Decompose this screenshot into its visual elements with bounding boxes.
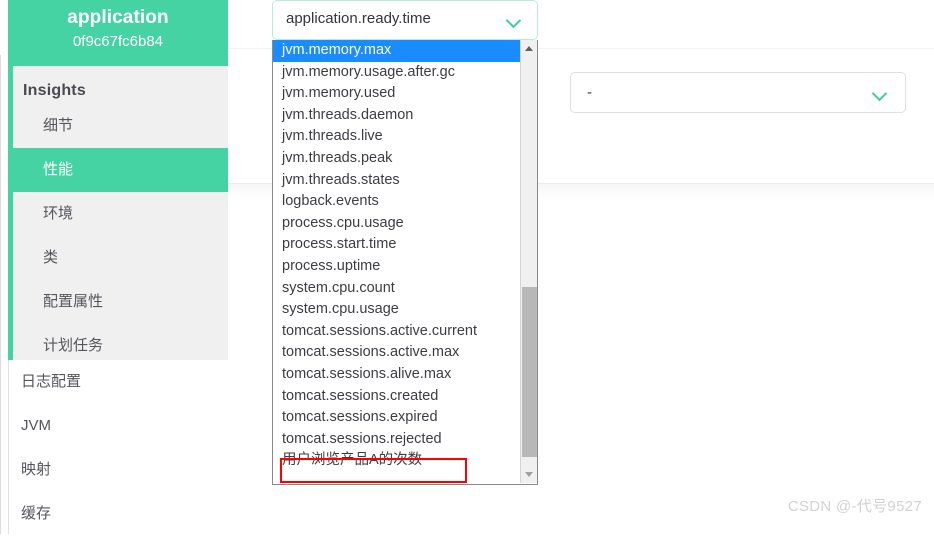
metric-option[interactable]: tomcat.sessions.active.current xyxy=(273,321,520,343)
metric-option[interactable]: 用户浏览产品A的次数 xyxy=(273,450,520,472)
metric-option[interactable]: jvm.threads.live xyxy=(273,126,520,148)
sidebar-item-log-config[interactable]: 日志配置 xyxy=(9,360,228,404)
sidebar-item-classes[interactable]: 类 xyxy=(13,236,228,280)
sidebar-item-label: 环境 xyxy=(43,205,74,222)
metric-option-list[interactable]: jvm.memory.max jvm.memory.usage.after.gc j… xyxy=(273,40,520,483)
metric-option[interactable]: tomcat.sessions.active.max xyxy=(273,342,520,364)
sidebar-item-label: 细节 xyxy=(43,117,74,134)
metric-option[interactable]: jvm.memory.usage.after.gc xyxy=(273,62,520,84)
metric-option[interactable]: jvm.threads.peak xyxy=(273,148,520,170)
metric-option[interactable]: tomcat.sessions.created xyxy=(273,386,520,408)
sidebar-item-environment[interactable]: 环境 xyxy=(13,192,228,236)
sidebar-item-performance[interactable]: 性能 xyxy=(13,148,228,192)
sidebar-group-label-insights: Insights xyxy=(23,82,86,99)
sidebar-item-config-props[interactable]: 配置属性 xyxy=(13,280,228,324)
sidebar-item-label: 配置属性 xyxy=(43,293,104,310)
metric-option[interactable]: process.start.time xyxy=(273,234,520,256)
metric-option[interactable]: jvm.threads.daemon xyxy=(273,105,520,127)
tag-select-value: - xyxy=(587,84,592,101)
sidebar-item-jvm[interactable]: JVM xyxy=(9,404,228,448)
metric-option[interactable]: jvm.memory.used xyxy=(273,83,520,105)
app-name: application xyxy=(67,7,169,28)
chevron-down-icon xyxy=(507,13,523,29)
sidebar-item-label: 日志配置 xyxy=(21,373,82,390)
metric-option[interactable]: system.cpu.count xyxy=(273,278,520,300)
triangle-down-icon[interactable] xyxy=(521,466,537,483)
metric-select-listbox[interactable]: jvm.memory.max jvm.memory.usage.after.gc j… xyxy=(272,40,538,485)
sidebar-item-cache[interactable]: 缓存 xyxy=(9,492,228,536)
metric-option[interactable]: tomcat.sessions.expired xyxy=(273,407,520,429)
metric-option[interactable]: jvm.memory.max xyxy=(273,40,520,62)
metric-option[interactable]: process.cpu.usage xyxy=(273,213,520,235)
triangle-up-icon[interactable] xyxy=(521,40,537,57)
sidebar-item-label: 计划任务 xyxy=(43,337,104,354)
sidebar-insights-group: Insights 细节 性能 环境 类 配置属性 计划任务 xyxy=(8,66,228,360)
scrollbar-thumb[interactable] xyxy=(522,287,537,457)
sidebar-item-mappings[interactable]: 映射 xyxy=(9,448,228,492)
metric-option[interactable]: logback.events xyxy=(273,191,520,213)
sidebar-item-label: 类 xyxy=(43,249,59,266)
app-instance-id: 0f9c67fc6b84 xyxy=(72,33,164,50)
metric-option[interactable]: tomcat.sessions.rejected xyxy=(273,429,520,451)
metric-option[interactable]: jvm.threads.states xyxy=(273,170,520,192)
sidebar-item-label: JVM xyxy=(21,417,51,434)
sidebar-item-details[interactable]: 细节 xyxy=(13,104,228,148)
watermark: CSDN @-代号9527 xyxy=(787,498,922,515)
sidebar-item-label: 映射 xyxy=(21,461,52,478)
metric-select-value: application.ready.time xyxy=(286,10,431,27)
metric-option[interactable]: system.cpu.usage xyxy=(273,299,520,321)
metric-option[interactable]: process.uptime xyxy=(273,256,520,278)
listbox-scrollbar[interactable] xyxy=(520,40,537,483)
tag-select[interactable]: - xyxy=(570,72,906,113)
metric-option[interactable]: tomcat.sessions.alive.max xyxy=(273,364,520,386)
sidebar-item-label: 缓存 xyxy=(21,505,52,522)
sidebar-root-group: 日志配置 JVM 映射 缓存 xyxy=(8,360,228,534)
chevron-down-icon xyxy=(873,86,889,102)
sidebar-left-divider xyxy=(0,55,1,534)
sidebar-app-header: application 0f9c67fc6b84 xyxy=(8,0,228,66)
metric-select[interactable]: application.ready.time xyxy=(272,0,538,40)
sidebar: application 0f9c67fc6b84 Insights 细节 性能 … xyxy=(0,0,228,534)
sidebar-item-label: 性能 xyxy=(43,161,74,178)
